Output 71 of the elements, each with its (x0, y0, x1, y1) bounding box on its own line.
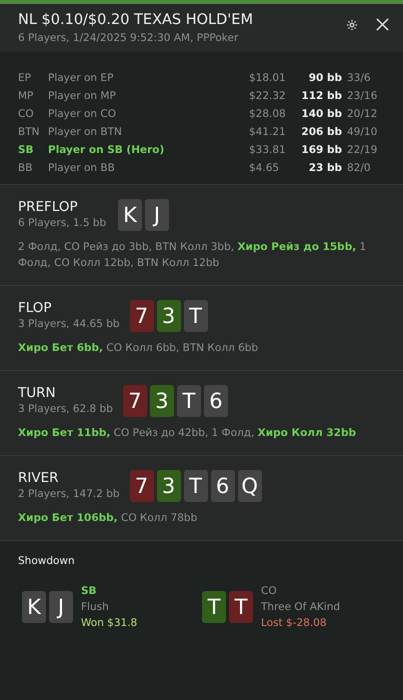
playing-card: K (22, 591, 46, 623)
player-stats: 22/19 (347, 144, 378, 156)
player-stack: $4.65 (249, 162, 280, 174)
settings-icon[interactable] (346, 18, 358, 30)
player-name: Player on SB (Hero) (48, 144, 166, 156)
player-stack: $28.08 (249, 108, 287, 120)
street-name: TURN (18, 385, 57, 401)
street-name: RIVER (18, 470, 60, 486)
playing-card: J (49, 591, 73, 623)
close-icon[interactable] (376, 18, 389, 31)
hand-rank: Three Of AKind (261, 601, 340, 613)
player-stats: 20/12 (347, 108, 378, 120)
playing-card: 6 (210, 470, 235, 502)
playing-card: 3 (156, 470, 181, 502)
player-stats: 23/16 (347, 90, 378, 102)
playing-card: 3 (156, 300, 181, 332)
hand-result: Won $31.8 (81, 617, 138, 629)
player-stats: 33/6 (347, 72, 372, 84)
player-name: Player on EP (48, 72, 114, 84)
street-info: 3 Players, 62.8 bb (18, 403, 113, 415)
player-stack: $41.21 (249, 126, 287, 138)
player-bb: 140 bb (301, 108, 343, 120)
action-log: Хиро Бет 106bb, CO Колл 78bb (18, 511, 198, 526)
player-bb: 90 bb (308, 72, 343, 84)
player-stats: 49/10 (347, 126, 378, 138)
player-name: Player on MP (48, 90, 117, 102)
player-bb: 169 bb (301, 144, 343, 156)
playing-card: K (118, 199, 142, 231)
player-bb: 206 bb (301, 126, 343, 138)
player-name: Player on CO (48, 108, 118, 120)
playing-card: Q (238, 470, 262, 502)
action-log: Хиро Бет 6bb, CO Колл 6bb, BTN Колл 6bb (18, 341, 260, 356)
hand-subtitle: 6 Players, 1/24/2025 9:52:30 AM, PPPoker (18, 32, 240, 44)
player-bb: 23 bb (308, 162, 343, 174)
player-name: Player on BB (48, 162, 116, 174)
street-name: PREFLOP (18, 199, 79, 215)
street-name: FLOP (18, 300, 53, 316)
player-bb: 112 bb (301, 90, 343, 102)
playing-card: 6 (204, 385, 228, 417)
player-stack: $33.81 (249, 144, 287, 156)
street-info: 3 Players, 44.65 bb (18, 318, 120, 330)
player-position: BTN (18, 126, 40, 138)
playing-card: T (184, 470, 208, 502)
action-log: 2 Фолд, CO Рейз до 3bb, BTN Колл 3bb, Хиро Рейз до 15bb, 1 Фолд, CO Колл 12bb, BTN Колл 12bb (18, 240, 368, 271)
window-title: NL $0.10/$0.20 TEXAS HOLD'EM (18, 12, 254, 28)
action-log: Хиро Бет 11bb, CO Рейз до 42bb, 1 Фолд, Хиро Колл 32bb (18, 426, 357, 441)
player-position: SB (81, 585, 98, 597)
street-info: 6 Players, 1.5 bb (18, 217, 108, 229)
playing-card: 7 (122, 385, 147, 417)
player-position: MP (18, 90, 34, 102)
player-position: CO (261, 585, 278, 597)
player-stack: $18.01 (249, 72, 287, 84)
player-position: EP (18, 72, 32, 84)
playing-card: T (184, 300, 208, 332)
playing-card: T (229, 591, 253, 623)
showdown-title: Showdown (18, 555, 76, 567)
player-position: CO (18, 108, 35, 120)
player-stack: $22.32 (249, 90, 287, 102)
player-position: SB (18, 144, 35, 156)
player-name: Player on BTN (48, 126, 123, 138)
playing-card: 7 (130, 300, 154, 332)
playing-card: 7 (130, 470, 154, 502)
hand-rank: Flush (81, 601, 110, 613)
playing-card: T (202, 591, 226, 623)
playing-card: T (176, 385, 201, 417)
player-stats: 82/0 (347, 162, 372, 174)
playing-card: 3 (150, 385, 174, 417)
player-position: BB (18, 162, 34, 174)
playing-card: J (145, 199, 169, 231)
hand-result: Lost $-28.08 (261, 617, 328, 629)
street-info: 2 Players, 147.2 bb (18, 488, 120, 500)
